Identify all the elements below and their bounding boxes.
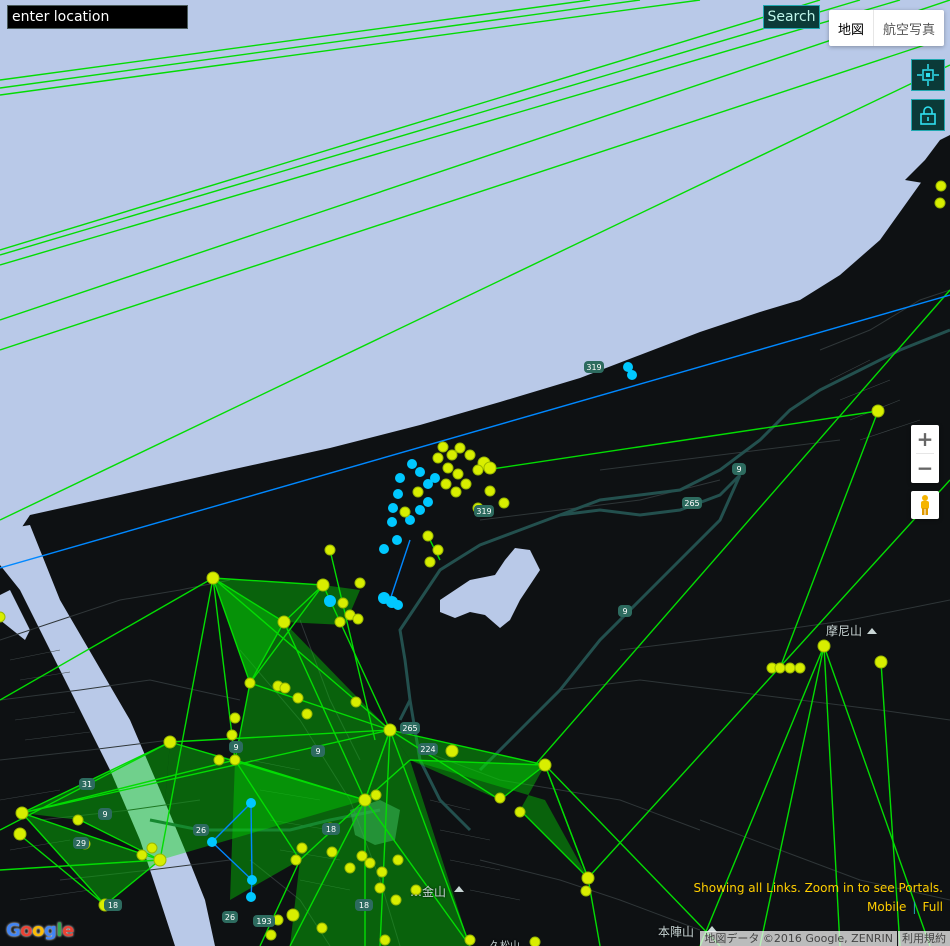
svg-text:9: 9: [233, 743, 238, 752]
map-data-credit: 地図データ ©2016 Google, ZENRIN: [700, 931, 897, 946]
svg-text:18: 18: [326, 825, 336, 834]
svg-text:9: 9: [315, 747, 320, 756]
link-separator: |: [912, 900, 917, 914]
svg-text:265: 265: [684, 499, 699, 508]
google-logo: Google: [6, 920, 74, 941]
map-type-satellite-button[interactable]: 航空写真: [874, 10, 944, 46]
zoom-control: + −: [911, 425, 939, 483]
svg-text:18: 18: [359, 901, 369, 910]
intel-map-view[interactable]: 319 9 265 319 9 265 224 9 9 26 18 26 193…: [0, 0, 950, 946]
svg-text:9: 9: [736, 465, 741, 474]
street-view-pegman[interactable]: [911, 491, 939, 519]
svg-text:18: 18: [108, 901, 118, 910]
map-type-map-button[interactable]: 地図: [829, 10, 875, 46]
place-label-honjinyama: 本陣山: [658, 925, 695, 939]
map-type-control: 地図 航空写真: [829, 10, 945, 46]
locate-button[interactable]: [911, 59, 945, 91]
svg-text:26: 26: [225, 913, 235, 922]
svg-text:319: 319: [586, 363, 601, 372]
map-canvas[interactable]: 319 9 265 319 9 265 224 9 9 26 18 26 193…: [0, 0, 950, 946]
place-label-kanezan: …金山: [410, 885, 447, 899]
map-attribution: 地図データ ©2016 Google, ZENRIN 利用規約: [700, 931, 950, 946]
lock-button[interactable]: [911, 99, 945, 131]
search-button[interactable]: Search: [763, 5, 820, 29]
zoom-in-button[interactable]: +: [911, 425, 939, 453]
search-button-label: Search: [767, 9, 816, 25]
svg-text:26: 26: [196, 826, 206, 835]
svg-text:9: 9: [622, 607, 627, 616]
zoom-out-button[interactable]: −: [911, 454, 939, 482]
place-label-maniyama: 摩尼山: [826, 624, 863, 638]
svg-text:29: 29: [76, 839, 86, 848]
terms-link[interactable]: 利用規約: [898, 931, 950, 946]
place-label-bottom: 久松山: [490, 937, 520, 946]
status-message: Showing all Links. Zoom in to see Portal…: [693, 881, 943, 895]
svg-text:193: 193: [256, 917, 271, 926]
locate-icon: [917, 64, 939, 86]
full-link[interactable]: Full: [922, 900, 943, 914]
svg-text:265: 265: [402, 724, 417, 733]
location-search-input[interactable]: [7, 5, 188, 29]
svg-text:319: 319: [476, 507, 491, 516]
svg-text:9: 9: [102, 810, 107, 819]
status-panel: Showing all Links. Zoom in to see Portal…: [694, 881, 943, 914]
mobile-link[interactable]: Mobile: [867, 900, 906, 914]
pegman-icon: [921, 495, 929, 515]
lock-icon: [920, 106, 936, 125]
svg-text:224: 224: [420, 745, 435, 754]
svg-text:31: 31: [82, 780, 92, 789]
